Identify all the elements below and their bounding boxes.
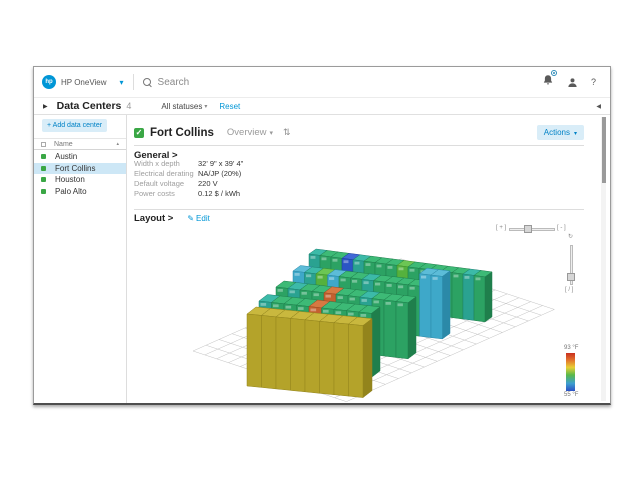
menu-expander-icon[interactable]: ▶ — [43, 103, 48, 110]
list-item-houston[interactable]: Houston — [34, 174, 126, 186]
property-row: Power costs 0.12 $ / kWh — [134, 189, 243, 199]
page-title: Data Centers — [57, 100, 122, 112]
property-row: Default voltage 220 V — [134, 179, 243, 189]
scrollbar-track[interactable] — [601, 117, 606, 401]
list-item-palo-alto[interactable]: Palo Alto — [34, 186, 126, 198]
status-ok-check-icon: ✓ — [134, 128, 144, 138]
tilt-slider-thumb[interactable] — [567, 273, 575, 281]
list-item-fort-collins[interactable]: Fort Collins — [34, 163, 126, 175]
chevron-down-icon: ▾ — [204, 103, 207, 110]
body-area: + Add data center Name ▴ Austin Fort Col… — [34, 115, 610, 403]
alerts-bell-icon[interactable] — [542, 73, 554, 91]
rotate-view-icon[interactable]: ↻ — [568, 233, 573, 240]
app-window: hp HP OneView ▾ Search ? ▶ Data Cen — [33, 66, 611, 405]
detail-title-row: ✓ Fort Collins Overview ▾ ⇅ Actions▾ — [134, 120, 584, 146]
general-properties: Width x depth 32' 9" x 39' 4" Electrical… — [134, 159, 243, 199]
resource-count: 4 — [126, 101, 131, 111]
detail-panel: ✓ Fort Collins Overview ▾ ⇅ Actions▾ Gen… — [128, 115, 610, 403]
search-icon — [143, 78, 152, 87]
property-row: Electrical derating NA/JP (20%) — [134, 169, 243, 179]
status-ok-icon — [41, 154, 46, 159]
help-button[interactable]: ? — [591, 77, 596, 87]
detail-title: Fort Collins — [150, 127, 214, 139]
status-filter-dropdown[interactable]: All statuses — [161, 102, 202, 111]
zoom-slider-thumb[interactable] — [524, 225, 532, 233]
search-placeholder: Search — [158, 77, 190, 88]
list-item-label: Austin — [55, 152, 77, 161]
zoom-in-label[interactable]: [ + ] — [496, 225, 506, 231]
chevron-down-icon: ▾ — [574, 131, 577, 137]
plus-icon: + — [47, 122, 51, 129]
chevron-down-icon[interactable]: ▾ — [120, 78, 124, 87]
list-item-label: Palo Alto — [55, 187, 87, 196]
list-item-austin[interactable]: Austin — [34, 151, 126, 163]
edit-layout-link[interactable]: ✎ Edit — [187, 214, 210, 223]
status-ok-icon — [41, 189, 46, 194]
add-data-center-button[interactable]: + Add data center — [42, 119, 107, 132]
brand-label: HP OneView — [61, 78, 107, 87]
alert-badge — [551, 70, 557, 76]
list-header[interactable]: Name ▴ — [34, 138, 126, 150]
layout-3d-scene[interactable] — [128, 223, 604, 406]
sort-asc-icon: ▴ — [116, 141, 119, 147]
zoom-slider-rail[interactable] — [509, 228, 555, 231]
pencil-edit-icon: ✎ — [187, 214, 194, 223]
section-divider — [134, 209, 584, 210]
legend-min-temp: 55 °F — [564, 392, 578, 398]
tilt-label[interactable]: [ / ] — [565, 287, 573, 293]
hp-logo: hp — [42, 75, 56, 89]
user-icon[interactable] — [567, 77, 578, 88]
zoom-out-label[interactable]: [ - ] — [557, 225, 566, 231]
scrollbar-thumb[interactable] — [602, 117, 606, 183]
actions-button[interactable]: Actions▾ — [537, 125, 584, 140]
reset-filter-link[interactable]: Reset — [219, 102, 240, 111]
status-column-icon — [41, 142, 46, 147]
collapse-panel-icon[interactable]: ◀ — [596, 103, 601, 110]
legend-max-temp: 93 °F — [564, 345, 578, 351]
top-bar: hp HP OneView ▾ Search ? — [34, 67, 610, 98]
divider — [133, 74, 134, 90]
expand-collapse-panels-icon[interactable]: ⇅ — [283, 127, 291, 138]
temperature-gradient-legend — [566, 353, 575, 391]
name-column-header[interactable]: Name — [54, 141, 73, 148]
list-item-label: Houston — [55, 175, 85, 184]
list-item-label: Fort Collins — [55, 164, 95, 173]
search-input[interactable]: Search — [143, 77, 190, 88]
property-row: Width x depth 32' 9" x 39' 4" — [134, 159, 243, 169]
status-ok-icon — [41, 177, 46, 182]
view-selector[interactable]: Overview — [227, 127, 267, 138]
chevron-down-icon: ▾ — [269, 129, 273, 137]
context-bar: ▶ Data Centers 4 All statuses ▾ Reset ◀ — [34, 98, 610, 115]
status-ok-icon — [41, 166, 46, 171]
datacenter-list-panel: + Add data center Name ▴ Austin Fort Col… — [34, 115, 127, 403]
